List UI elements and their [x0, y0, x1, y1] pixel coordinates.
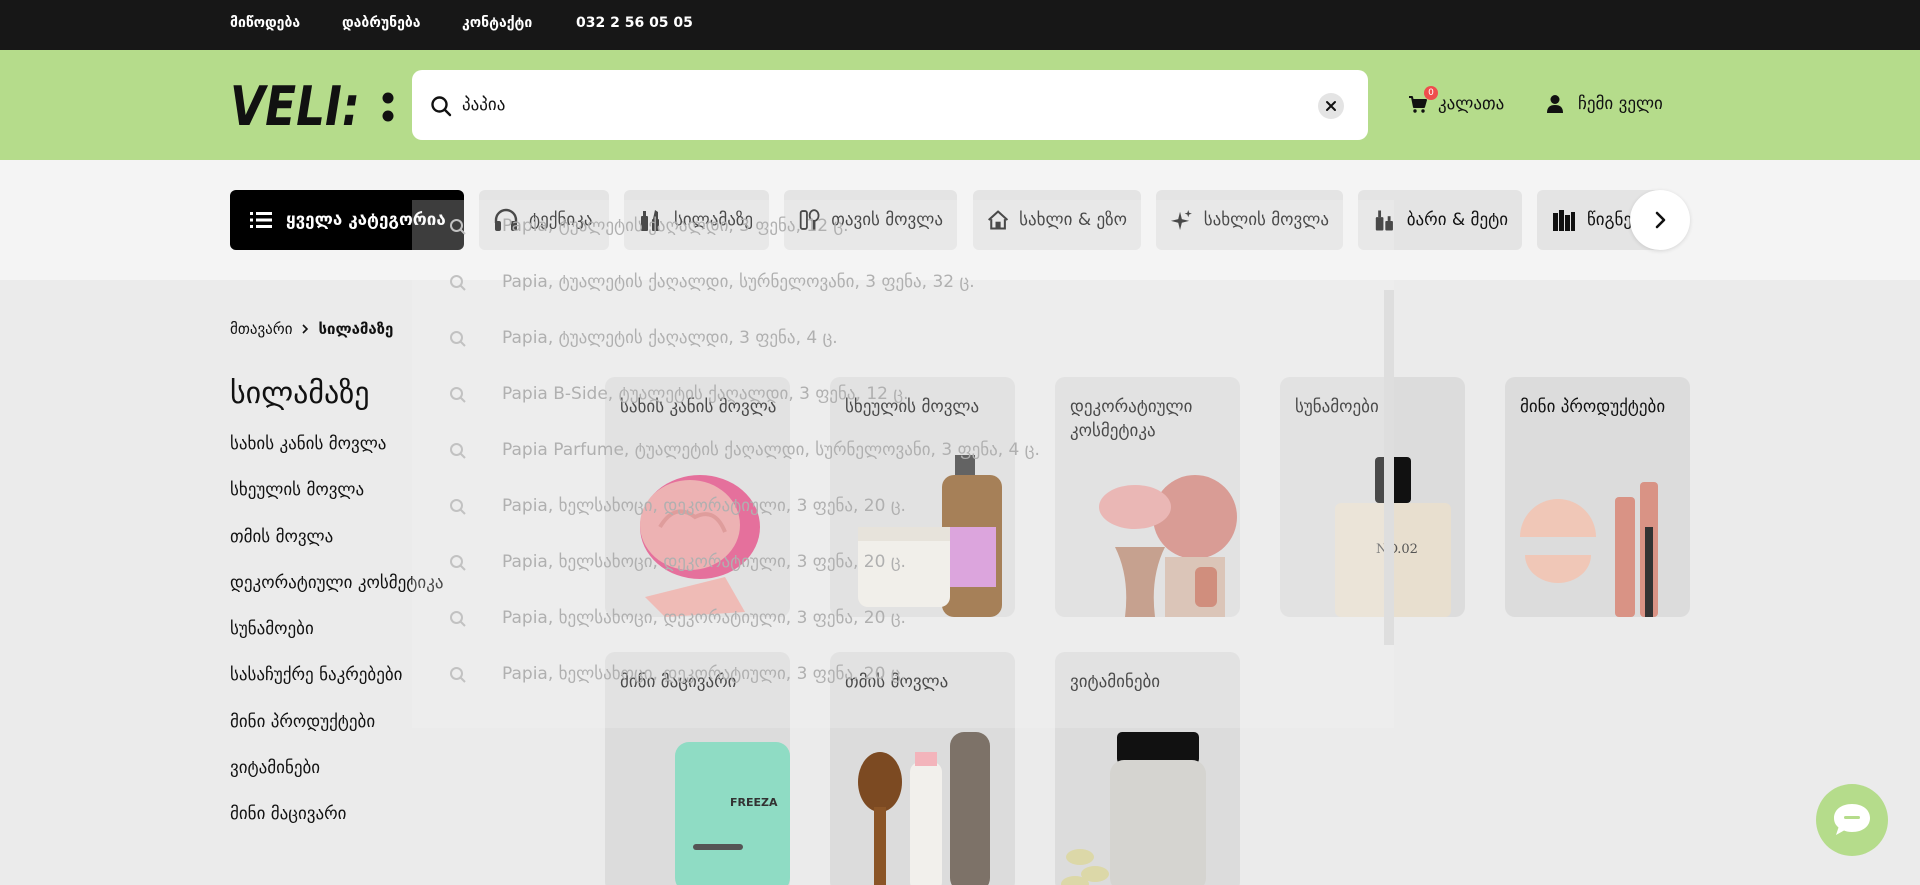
suggestion-text: Papia, ხელსახოცი, დეკორატიული, 3 ფენა, 2… — [502, 664, 906, 684]
search-icon — [431, 96, 452, 117]
search-suggestion[interactable]: Papia, ტუალეტის ქაღალდი, 3 ფენა, 12 ც. — [412, 200, 1368, 256]
top-bar: მიწოდება დაბრუნება კონტაქტი 032 2 56 05 … — [0, 0, 1920, 50]
chevron-right-icon — [1655, 211, 1666, 229]
suggestion-text: Papia B-Side, ტუალეტის ქაღალდი, 3 ფენა, … — [502, 384, 909, 404]
page-title: სილამაზე — [230, 376, 370, 411]
sidebar-item-vitamins[interactable]: ვიტამინები — [230, 756, 444, 802]
category-next-button[interactable] — [1630, 190, 1690, 250]
breadcrumb: მთავარი სილამაზე — [230, 320, 393, 338]
topbar-link-contact[interactable]: კონტაქტი — [462, 15, 532, 31]
books-icon — [1553, 210, 1575, 231]
sidebar-item-mini-fridge[interactable]: მინი მაცივარი — [230, 802, 444, 848]
search-icon — [450, 219, 466, 235]
search-suggestion[interactable]: Papia, ხელსახოცი, დეკორატიული, 3 ფენა, 2… — [412, 592, 1368, 648]
search-icon — [450, 555, 466, 571]
suggestion-text: Papia, ხელსახოცი, დეკორატიული, 3 ფენა, 2… — [502, 608, 906, 628]
card-label: მინი პროდუქტები — [1520, 397, 1666, 417]
search-box[interactable] — [412, 70, 1368, 140]
search-suggestion[interactable]: Papia, ხელსახოცი, დეკორატიული, 3 ფენა, 2… — [412, 536, 1368, 592]
search-input[interactable] — [462, 92, 1262, 118]
search-icon — [450, 611, 466, 627]
user-icon — [1547, 95, 1563, 113]
suggestions-scrollbar[interactable] — [1384, 290, 1394, 645]
chat-bubble-icon — [1834, 804, 1870, 835]
search-suggestion[interactable]: Papia, ტუალეტის ქაღალდი, 3 ფენა, 4 ც. — [412, 312, 1368, 368]
svg-text:FREEZA: FREEZA — [730, 796, 778, 809]
search-icon — [450, 499, 466, 515]
cart-label: კალათა — [1438, 94, 1505, 114]
topbar-link-returns[interactable]: დაბრუნება — [342, 15, 421, 31]
chevron-right-icon — [302, 324, 309, 334]
suggestion-text: Papia, ტუალეტის ქაღალდი, სურნელოვანი, 3 … — [502, 272, 975, 292]
clear-search-button[interactable] — [1318, 93, 1344, 119]
search-suggestion[interactable]: Papia B-Side, ტუალეტის ქაღალდი, 3 ფენა, … — [412, 368, 1368, 424]
cart-button[interactable]: 0 კალათა — [1408, 86, 1505, 118]
search-icon — [450, 331, 466, 347]
veli-logo[interactable]: VELI: — [230, 82, 395, 128]
suggestion-text: Papia, ხელსახოცი, დეკორატიული, 3 ფენა, 2… — [502, 496, 906, 516]
category-card-mini-products[interactable]: მინი პროდუქტები — [1505, 377, 1690, 617]
svg-text:VELI:: VELI: — [230, 82, 360, 128]
search-suggestion[interactable]: Papia, ხელსახოცი, დეკორატიული, 3 ფენა, 2… — [412, 480, 1368, 536]
account-button[interactable]: ჩემი ველი — [1546, 90, 1663, 118]
search-icon — [450, 667, 466, 683]
topbar-link-delivery[interactable]: მიწოდება — [230, 15, 300, 31]
suggestion-text: Papia, ტუალეტის ქაღალდი, 3 ფენა, 4 ც. — [502, 328, 838, 348]
suggestion-text: Papia Parfume, ტუალეტის ქაღალდი, სურნელო… — [502, 440, 1040, 460]
search-suggestions-dropdown: Papia, ტუალეტის ქაღალდი, 3 ფენა, 12 ც. P… — [412, 200, 1394, 728]
search-suggestion[interactable]: Papia, ხელსახოცი, დეკორატიული, 3 ფენა, 2… — [412, 648, 1368, 704]
list-icon — [250, 212, 272, 228]
account-label: ჩემი ველი — [1578, 94, 1663, 114]
topbar-phone[interactable]: 032 2 56 05 05 — [576, 15, 693, 31]
suggestion-text: Papia, ხელსახოცი, დეკორატიული, 3 ფენა, 2… — [502, 552, 906, 572]
search-icon — [450, 387, 466, 403]
search-icon — [450, 443, 466, 459]
search-suggestion[interactable]: Papia, ტუალეტის ქაღალდი, სურნელოვანი, 3 … — [412, 256, 1368, 312]
search-icon — [450, 275, 466, 291]
close-icon — [1326, 101, 1336, 111]
header: VELI: 0 კალათა ჩემი ველი — [0, 50, 1920, 160]
breadcrumb-current: სილამაზე — [318, 320, 394, 338]
cart-count-badge: 0 — [1424, 86, 1438, 100]
breadcrumb-home[interactable]: მთავარი — [230, 320, 292, 338]
chat-button[interactable] — [1816, 784, 1888, 856]
suggestion-text: Papia, ტუალეტის ქაღალდი, 3 ფენა, 12 ც. — [502, 216, 849, 236]
category-label: ბარი & მეტი — [1406, 210, 1508, 230]
search-suggestion[interactable]: Papia Parfume, ტუალეტის ქაღალდი, სურნელო… — [412, 424, 1368, 480]
